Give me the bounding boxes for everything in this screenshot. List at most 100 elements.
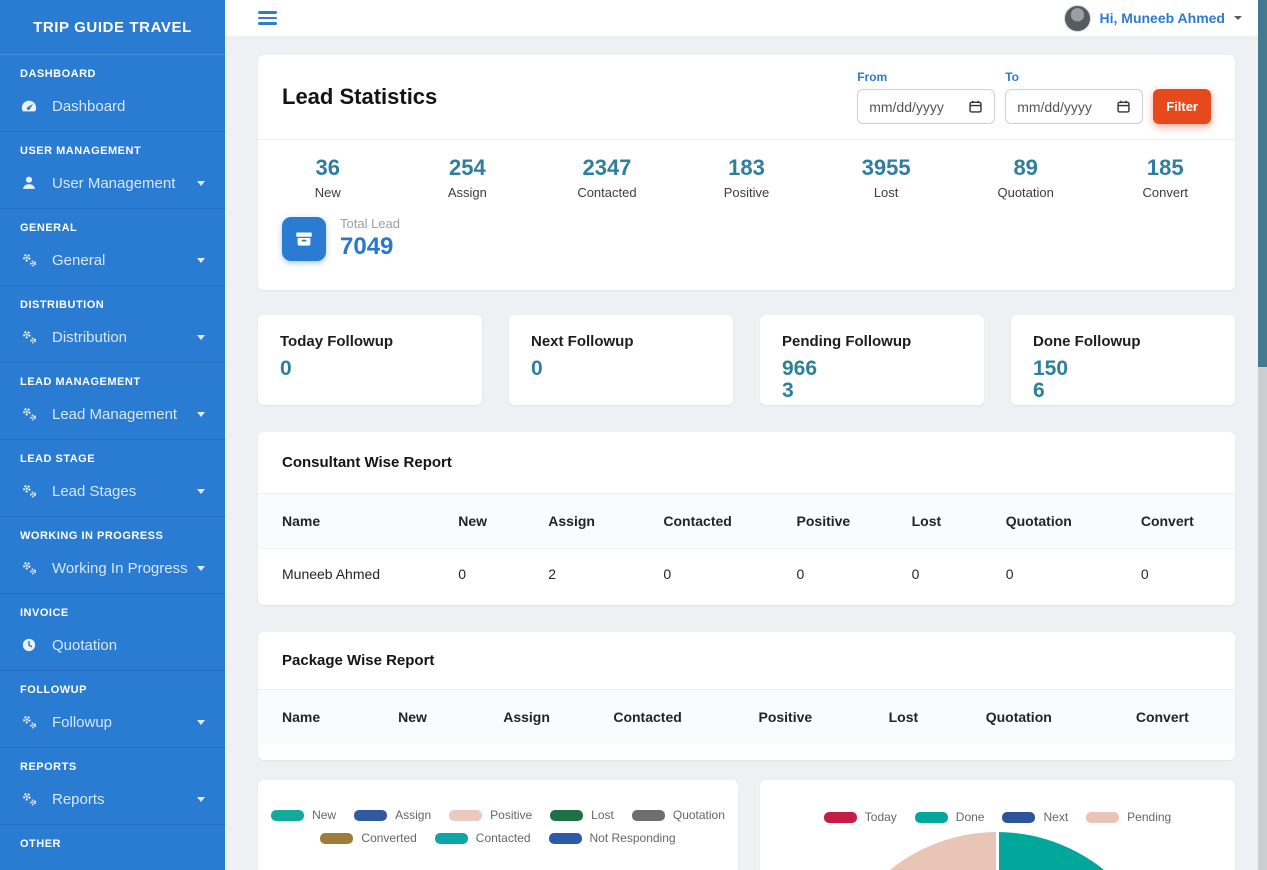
legend-swatch [549,833,582,844]
window-scrollbar[interactable] [1258,0,1267,870]
sidebar-section-heading: LEAD MANAGEMENT [0,375,225,389]
column-header: Lost [912,494,1006,549]
cell-lost: 0 [912,549,1006,606]
sidebar-item-working-in-progress[interactable]: Working In Progress [0,555,225,581]
column-header: Quotation [1006,494,1141,549]
legend-item-today[interactable]: Today [824,810,897,824]
stat-label: Lost [816,185,956,200]
from-label: From [857,70,995,84]
legend-label: Done [956,810,985,824]
sidebar-item-lead-management[interactable]: Lead Management [0,401,225,427]
legend-item-converted[interactable]: Converted [320,831,416,845]
legend-swatch [1086,812,1119,823]
sidebar-section-general: GENERAL General [0,209,225,286]
from-date-input[interactable]: mm/dd/yyyy [857,89,995,124]
table-header-row: Name New Assign Contacted Positive Lost … [258,690,1235,744]
consultant-wise-report-card: Consultant Wise Report Name New Assign C… [258,432,1235,605]
date-filter-group: From mm/dd/yyyy To mm/dd/yyyy [857,70,1211,124]
stat-value: 89 [956,155,1096,181]
sidebar-item-quotation[interactable]: Quotation [0,632,225,658]
topbar: Hi, Muneeb Ahmed [225,0,1267,36]
hamburger-menu-icon[interactable] [258,9,277,28]
sidebar-item-general[interactable]: General [0,247,225,273]
pie-slice-done [999,832,1168,870]
sidebar-section-other: OTHER [0,825,225,870]
avatar[interactable] [1064,5,1091,32]
sidebar-section-heading: DASHBOARD [0,67,225,81]
column-header: Positive [797,494,912,549]
sidebar-item-other[interactable] [0,863,225,870]
stat-label: Quotation [956,185,1096,200]
stat-value: 183 [677,155,817,181]
chevron-down-icon [197,566,205,571]
followup-cards-row: Today Followup 0 Next Followup 0 Pending… [258,315,1235,405]
cogs-icon [20,713,38,731]
next-followup-card: Next Followup 0 [509,315,733,405]
legend-label: Not Responding [590,831,676,845]
stat-label: Positive [677,185,817,200]
column-header: New [398,690,503,744]
card-value: 9663 [782,358,828,402]
date-placeholder: mm/dd/yyyy [869,99,944,115]
sidebar-item-label: Dashboard [52,98,125,115]
sidebar-item-reports[interactable]: Reports [0,786,225,812]
stat-lost: 3955 Lost [816,155,956,200]
stat-value: 254 [398,155,538,181]
column-header: Name [258,494,458,549]
column-header: Convert [1136,690,1235,744]
calendar-icon[interactable] [968,99,983,114]
sidebar-item-lead-stages[interactable]: Lead Stages [0,478,225,504]
sidebar-section-heading: DISTRIBUTION [0,298,225,312]
stat-assign: 254 Assign [398,155,538,200]
scrollbar-thumb[interactable] [1258,0,1267,367]
user-menu[interactable]: Hi, Muneeb Ahmed [1064,5,1243,32]
to-label: To [1005,70,1143,84]
sidebar-section-user-management: USER MANAGEMENT User Management [0,132,225,209]
column-header: Convert [1141,494,1235,549]
card-value: 0 [280,358,326,380]
legend-item-contacted[interactable]: Contacted [435,831,531,845]
legend-item-pending[interactable]: Pending [1086,810,1171,824]
cogs-icon [20,251,38,269]
chart-legend-row: Today Done Next Pending [760,810,1235,824]
consultant-report-table: Name New Assign Contacted Positive Lost … [258,494,1235,605]
cell-assign: 2 [548,549,663,606]
today-followup-card: Today Followup 0 [258,315,482,405]
sidebar-item-user-management[interactable]: User Management [0,170,225,196]
legend-item-assign[interactable]: Assign [354,808,431,822]
table-row: Muneeb Ahmed 0 2 0 0 0 0 0 [258,549,1235,606]
legend-item-positive[interactable]: Positive [449,808,532,822]
user-icon [20,174,38,192]
pending-followup-card: Pending Followup 9663 [760,315,984,405]
pie-slice-pending [827,832,996,870]
cogs-icon [20,790,38,808]
sidebar-section-distribution: DISTRIBUTION Distribution [0,286,225,363]
legend-label: New [312,808,336,822]
legend-item-lost[interactable]: Lost [550,808,614,822]
main-area: Hi, Muneeb Ahmed Lead Statistics From mm… [225,0,1267,870]
sidebar-item-distribution[interactable]: Distribution [0,324,225,350]
legend-item-not-responding[interactable]: Not Responding [549,831,676,845]
app-brand: TRIP GUIDE TRAVEL [0,0,225,55]
charts-row: New Assign Positive Lost [258,780,1235,870]
sidebar-section-followup: FOLLOWUP Followup [0,671,225,748]
legend-item-next[interactable]: Next [1002,810,1068,824]
calendar-icon[interactable] [1116,99,1131,114]
lead-overview-chart-card: New Assign Positive Lost [258,780,738,870]
sidebar: TRIP GUIDE TRAVEL DASHBOARD Dashboard US… [0,0,225,870]
legend-item-done[interactable]: Done [915,810,985,824]
card-value: 1506 [1033,358,1079,402]
legend-item-quotation[interactable]: Quotation [632,808,725,822]
filter-button[interactable]: Filter [1153,89,1211,124]
sidebar-item-followup[interactable]: Followup [0,709,225,735]
cell-contacted: 0 [663,549,796,606]
legend-item-new[interactable]: New [271,808,336,822]
lead-stats-row: 36 New 254 Assign 2347 Contacted 183 Pos… [258,140,1235,208]
column-header: Assign [503,690,613,744]
chevron-down-icon [197,720,205,725]
legend-swatch [320,833,353,844]
sidebar-item-dashboard[interactable]: Dashboard [0,93,225,119]
to-date-input[interactable]: mm/dd/yyyy [1005,89,1143,124]
legend-swatch [824,812,857,823]
chevron-down-icon [1234,16,1242,20]
